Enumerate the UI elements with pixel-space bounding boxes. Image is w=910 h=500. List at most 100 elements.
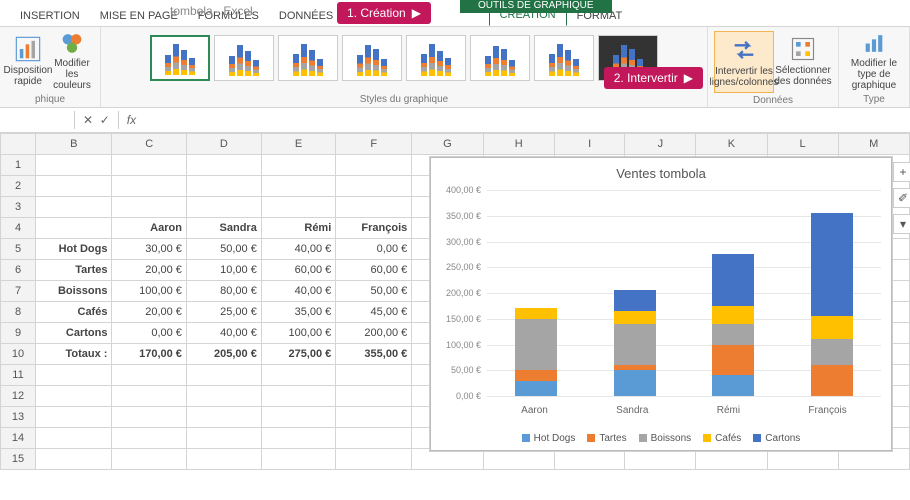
cell[interactable]: [36, 176, 112, 197]
bar-segment[interactable]: [811, 316, 853, 339]
row-header[interactable]: 4: [1, 218, 36, 239]
bar-segment[interactable]: [712, 254, 754, 306]
bar-column[interactable]: [811, 190, 853, 396]
column-header[interactable]: K: [696, 134, 767, 155]
cell[interactable]: Hot Dogs: [36, 239, 112, 260]
row-header[interactable]: 13: [1, 407, 36, 428]
cell[interactable]: [112, 197, 186, 218]
cell[interactable]: [336, 176, 412, 197]
chart-style-thumb[interactable]: [214, 35, 274, 81]
chart-style-thumb[interactable]: [534, 35, 594, 81]
cell[interactable]: 40,00 €: [261, 281, 335, 302]
bar-segment[interactable]: [614, 370, 656, 396]
cell[interactable]: Aaron: [112, 218, 186, 239]
cell[interactable]: [767, 449, 838, 470]
cell[interactable]: 170,00 €: [112, 344, 186, 365]
row-header[interactable]: 9: [1, 323, 36, 344]
tab-insertion[interactable]: INSERTION: [10, 5, 90, 26]
fx-icon[interactable]: fx: [127, 113, 136, 127]
cell[interactable]: [483, 449, 554, 470]
column-header[interactable]: J: [625, 134, 696, 155]
cell[interactable]: [261, 428, 335, 449]
cell[interactable]: [336, 155, 412, 176]
cell[interactable]: Cartons: [36, 323, 112, 344]
cell[interactable]: 60,00 €: [261, 260, 335, 281]
row-header[interactable]: 1: [1, 155, 36, 176]
bar-segment[interactable]: [712, 345, 754, 376]
cell[interactable]: Tartes: [36, 260, 112, 281]
confirm-icon[interactable]: ✓: [100, 113, 110, 127]
change-colors-button[interactable]: Modifier les couleurs: [50, 31, 94, 91]
bar-segment[interactable]: [515, 319, 557, 371]
formula-input[interactable]: [142, 112, 904, 128]
bar-column[interactable]: [515, 190, 557, 396]
chart-title[interactable]: Ventes tombola: [431, 158, 891, 185]
bar-segment[interactable]: [614, 311, 656, 324]
cell[interactable]: [336, 197, 412, 218]
cell[interactable]: [261, 155, 335, 176]
bar-segment[interactable]: [614, 290, 656, 311]
chart-legend[interactable]: Hot DogsTartesBoissonsCafésCartons: [431, 433, 891, 444]
cell[interactable]: Rémi: [261, 218, 335, 239]
row-header[interactable]: 12: [1, 386, 36, 407]
cell[interactable]: 40,00 €: [261, 239, 335, 260]
row-header[interactable]: 7: [1, 281, 36, 302]
cell[interactable]: 50,00 €: [336, 281, 412, 302]
cell[interactable]: [186, 386, 261, 407]
cell[interactable]: [336, 407, 412, 428]
row-header[interactable]: 6: [1, 260, 36, 281]
row-header[interactable]: 8: [1, 302, 36, 323]
cell[interactable]: [112, 176, 186, 197]
chart-styles-button[interactable]: ✐: [893, 188, 910, 208]
cell[interactable]: [261, 365, 335, 386]
select-data-button[interactable]: Sélectionner des données: [774, 31, 832, 91]
cell[interactable]: Cafés: [36, 302, 112, 323]
row-header[interactable]: 3: [1, 197, 36, 218]
row-header[interactable]: 15: [1, 449, 36, 470]
cell[interactable]: [112, 428, 186, 449]
cell[interactable]: 80,00 €: [186, 281, 261, 302]
cell[interactable]: 50,00 €: [186, 239, 261, 260]
quick-layout-button[interactable]: Disposition rapide: [6, 31, 50, 91]
cell[interactable]: 10,00 €: [186, 260, 261, 281]
cell[interactable]: [112, 386, 186, 407]
cell[interactable]: [838, 449, 909, 470]
column-header[interactable]: G: [412, 134, 483, 155]
cell[interactable]: [36, 218, 112, 239]
cell[interactable]: [186, 155, 261, 176]
column-header[interactable]: I: [554, 134, 625, 155]
cell[interactable]: 35,00 €: [261, 302, 335, 323]
chart-style-thumb[interactable]: [342, 35, 402, 81]
chart-style-thumb[interactable]: [406, 35, 466, 81]
bar-segment[interactable]: [811, 339, 853, 365]
bar-segment[interactable]: [811, 365, 853, 396]
cell[interactable]: 30,00 €: [112, 239, 186, 260]
cell[interactable]: François: [336, 218, 412, 239]
chart-style-thumb[interactable]: [470, 35, 530, 81]
column-header[interactable]: F: [336, 134, 412, 155]
cell[interactable]: Sandra: [186, 218, 261, 239]
row-header[interactable]: 14: [1, 428, 36, 449]
cell[interactable]: [36, 428, 112, 449]
cell[interactable]: 200,00 €: [336, 323, 412, 344]
cell[interactable]: 205,00 €: [186, 344, 261, 365]
column-header[interactable]: M: [838, 134, 909, 155]
row-header[interactable]: 10: [1, 344, 36, 365]
cell[interactable]: 100,00 €: [112, 281, 186, 302]
tab-donnees[interactable]: DONNÉES: [269, 5, 343, 26]
cell[interactable]: 0,00 €: [336, 239, 412, 260]
cell[interactable]: [261, 449, 335, 470]
chart-elements-button[interactable]: +: [893, 162, 910, 182]
cancel-icon[interactable]: ✕: [83, 113, 93, 127]
legend-item[interactable]: Cafés: [703, 433, 741, 444]
legend-item[interactable]: Boissons: [639, 433, 692, 444]
bar-segment[interactable]: [712, 324, 754, 345]
column-header[interactable]: H: [483, 134, 554, 155]
cell[interactable]: [112, 449, 186, 470]
cell[interactable]: 20,00 €: [112, 260, 186, 281]
cell[interactable]: [696, 449, 767, 470]
legend-item[interactable]: Hot Dogs: [522, 433, 576, 444]
cell[interactable]: [261, 197, 335, 218]
cell[interactable]: [625, 449, 696, 470]
cell[interactable]: [36, 197, 112, 218]
